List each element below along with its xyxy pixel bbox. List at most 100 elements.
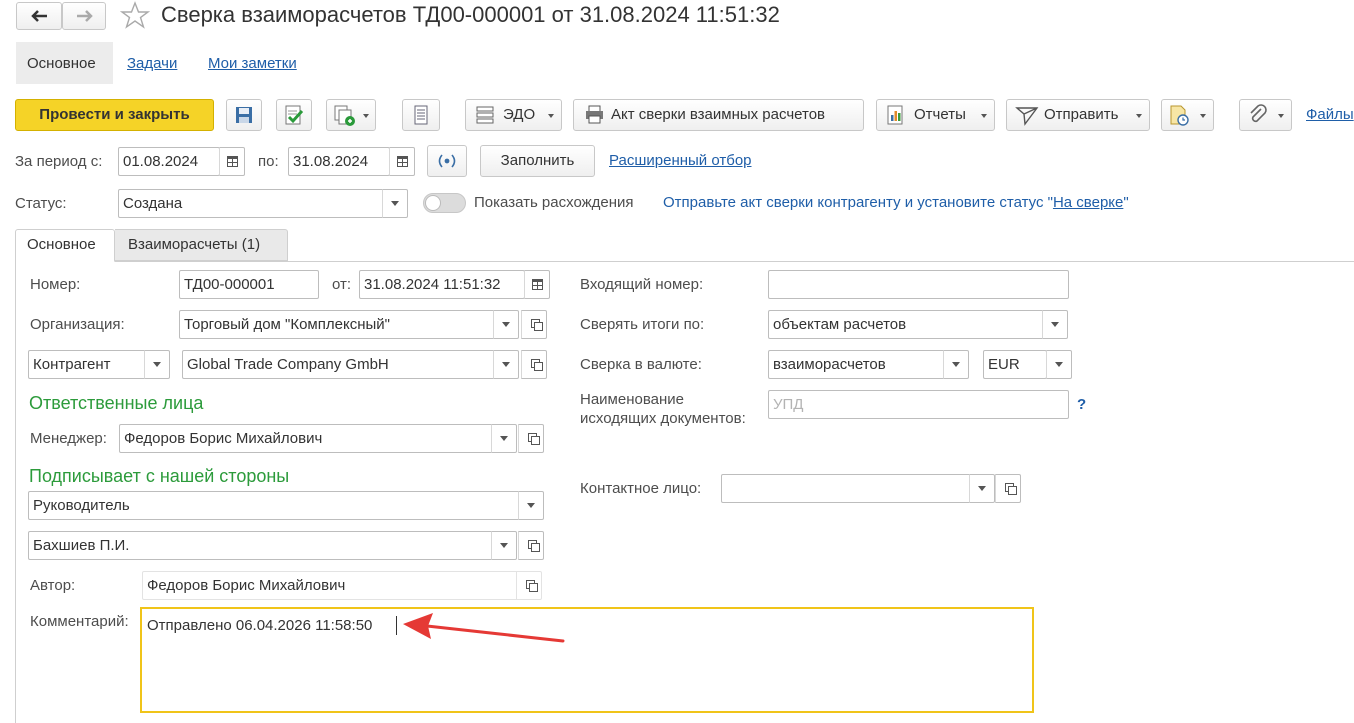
contact-dropdown-button[interactable] [969, 474, 995, 503]
docname-label-line1: Наименование [580, 391, 684, 408]
currency-mode-dropdown-button[interactable] [943, 350, 969, 379]
report-chart-icon [887, 105, 903, 125]
form-tab-main-label: Основное [27, 236, 96, 253]
edo-button[interactable]: ЭДО [465, 99, 562, 131]
manager-select[interactable]: Федоров Борис Михайлович [119, 424, 493, 453]
manager-dropdown-button[interactable] [491, 424, 517, 453]
chevron-down-icon [1278, 114, 1284, 118]
organization-label: Организация: [30, 316, 125, 333]
totals-dropdown-button[interactable] [1042, 310, 1068, 339]
number-input[interactable]: ТД00-000001 [179, 270, 319, 299]
structure-button[interactable] [402, 99, 440, 131]
show-differences-toggle[interactable] [423, 193, 466, 213]
party-type-dropdown-button[interactable] [144, 350, 170, 379]
organization-dropdown-button[interactable] [493, 310, 519, 339]
signer-name-dropdown-button[interactable] [491, 531, 517, 560]
date-calendar-button[interactable] [524, 270, 550, 299]
help-link[interactable]: ? [1077, 396, 1086, 413]
star-icon[interactable] [119, 0, 151, 30]
chevron-down-icon [1200, 114, 1206, 118]
status-select[interactable]: Создана [118, 189, 384, 218]
organization-open-button[interactable] [521, 310, 547, 339]
manager-open-button[interactable] [518, 424, 544, 453]
document-list-icon [414, 105, 428, 125]
author-input[interactable]: Федоров Борис Михайлович [142, 571, 518, 600]
period-to-calendar-button[interactable] [389, 147, 415, 176]
post-and-close-button[interactable]: Провести и закрыть [15, 99, 214, 131]
save-button[interactable] [226, 99, 262, 131]
form-tabs-line [15, 261, 1354, 262]
comment-label: Комментарий: [30, 613, 129, 630]
currency-mode-select[interactable]: взаиморасчетов [768, 350, 945, 379]
date-input[interactable]: 31.08.2024 11:51:32 [359, 270, 525, 299]
edo-icon [476, 106, 494, 124]
reconciliation-act-button[interactable]: Акт сверки взаимных расчетов [573, 99, 864, 131]
status-hint-link[interactable]: На сверке [1053, 194, 1123, 211]
author-label: Автор: [30, 577, 76, 594]
manager-label: Менеджер: [30, 430, 107, 447]
send-label: Отправить [1044, 106, 1119, 123]
advanced-filter-link[interactable]: Расширенный отбор [609, 152, 752, 169]
reconciliation-act-label: Акт сверки взаимных расчетов [611, 106, 825, 123]
signer-role-select[interactable]: Руководитель [28, 491, 520, 520]
contact-select[interactable] [721, 474, 971, 503]
fill-button[interactable]: Заполнить [480, 145, 595, 177]
docname-input[interactable]: УПД [768, 390, 1069, 419]
post-button[interactable] [276, 99, 312, 131]
nav-tab-notes[interactable]: Мои заметки [208, 55, 297, 72]
period-to-input[interactable]: 31.08.2024 [288, 147, 390, 176]
form-panel-left-border [15, 261, 16, 723]
chevron-down-icon [981, 114, 987, 118]
signer-role-dropdown-button[interactable] [518, 491, 544, 520]
files-link[interactable]: Файлы [1306, 106, 1354, 123]
post-document-icon [285, 105, 304, 125]
contact-open-button[interactable] [995, 474, 1021, 503]
party-type-select[interactable]: Контрагент [28, 350, 146, 379]
date-label: от: [332, 276, 352, 293]
nav-tab-tasks[interactable]: Задачи [127, 55, 177, 72]
send-button[interactable]: Отправить [1006, 99, 1150, 131]
incoming-number-input[interactable] [768, 270, 1069, 299]
counterparty-select[interactable]: Global Trade Company GmbH [182, 350, 495, 379]
forward-button[interactable] [62, 2, 106, 30]
totals-label: Сверять итоги по: [580, 316, 705, 333]
edo-label: ЭДО [503, 106, 536, 123]
attachments-button[interactable] [1239, 99, 1292, 131]
author-open-button[interactable] [516, 571, 542, 600]
printer-icon [586, 105, 603, 124]
period-to-label: по: [258, 153, 279, 170]
page-title: Сверка взаиморасчетов ТД00-000001 от 31.… [161, 2, 780, 27]
nav-tab-main-label: Основное [27, 55, 96, 72]
signer-name-select[interactable]: Бахшиев П.И. [28, 531, 493, 560]
reports-button[interactable]: Отчеты [876, 99, 995, 131]
currency-label: Сверка в валюте: [580, 356, 702, 373]
annotation-arrow-icon [403, 613, 565, 643]
totals-select[interactable]: объектам расчетов [768, 310, 1044, 339]
toggle-knob [425, 195, 441, 211]
organization-select[interactable]: Торговый дом "Комплексный" [179, 310, 495, 339]
floppy-disk-icon [236, 107, 252, 123]
period-from-input[interactable]: 01.08.2024 [118, 147, 220, 176]
currency-select[interactable]: EUR [983, 350, 1047, 379]
currency-dropdown-button[interactable] [1046, 350, 1072, 379]
status-hint-suffix: " [1123, 194, 1129, 211]
period-from-calendar-button[interactable] [219, 147, 245, 176]
chevron-down-icon [1136, 114, 1142, 118]
attach-document-button[interactable] [1161, 99, 1214, 131]
arrow-left-icon [31, 10, 47, 22]
calendar-icon [397, 156, 408, 167]
docname-label-line2: исходящих документов: [580, 410, 746, 427]
send-plane-icon [1015, 107, 1039, 126]
back-button[interactable] [16, 2, 62, 30]
status-dropdown-button[interactable] [382, 189, 408, 218]
signer-name-open-button[interactable] [518, 531, 544, 560]
status-hint-prefix: Отправьте акт сверки контрагенту и устан… [663, 194, 1053, 211]
create-based-on-button[interactable] [326, 99, 376, 131]
calendar-icon [532, 279, 543, 290]
period-choose-button[interactable] [427, 145, 467, 177]
status-hint: Отправьте акт сверки контрагенту и устан… [663, 194, 1129, 211]
counterparty-open-button[interactable] [521, 350, 547, 379]
chevron-down-icon [548, 114, 554, 118]
counterparty-dropdown-button[interactable] [493, 350, 519, 379]
arrow-right-icon [77, 10, 93, 22]
